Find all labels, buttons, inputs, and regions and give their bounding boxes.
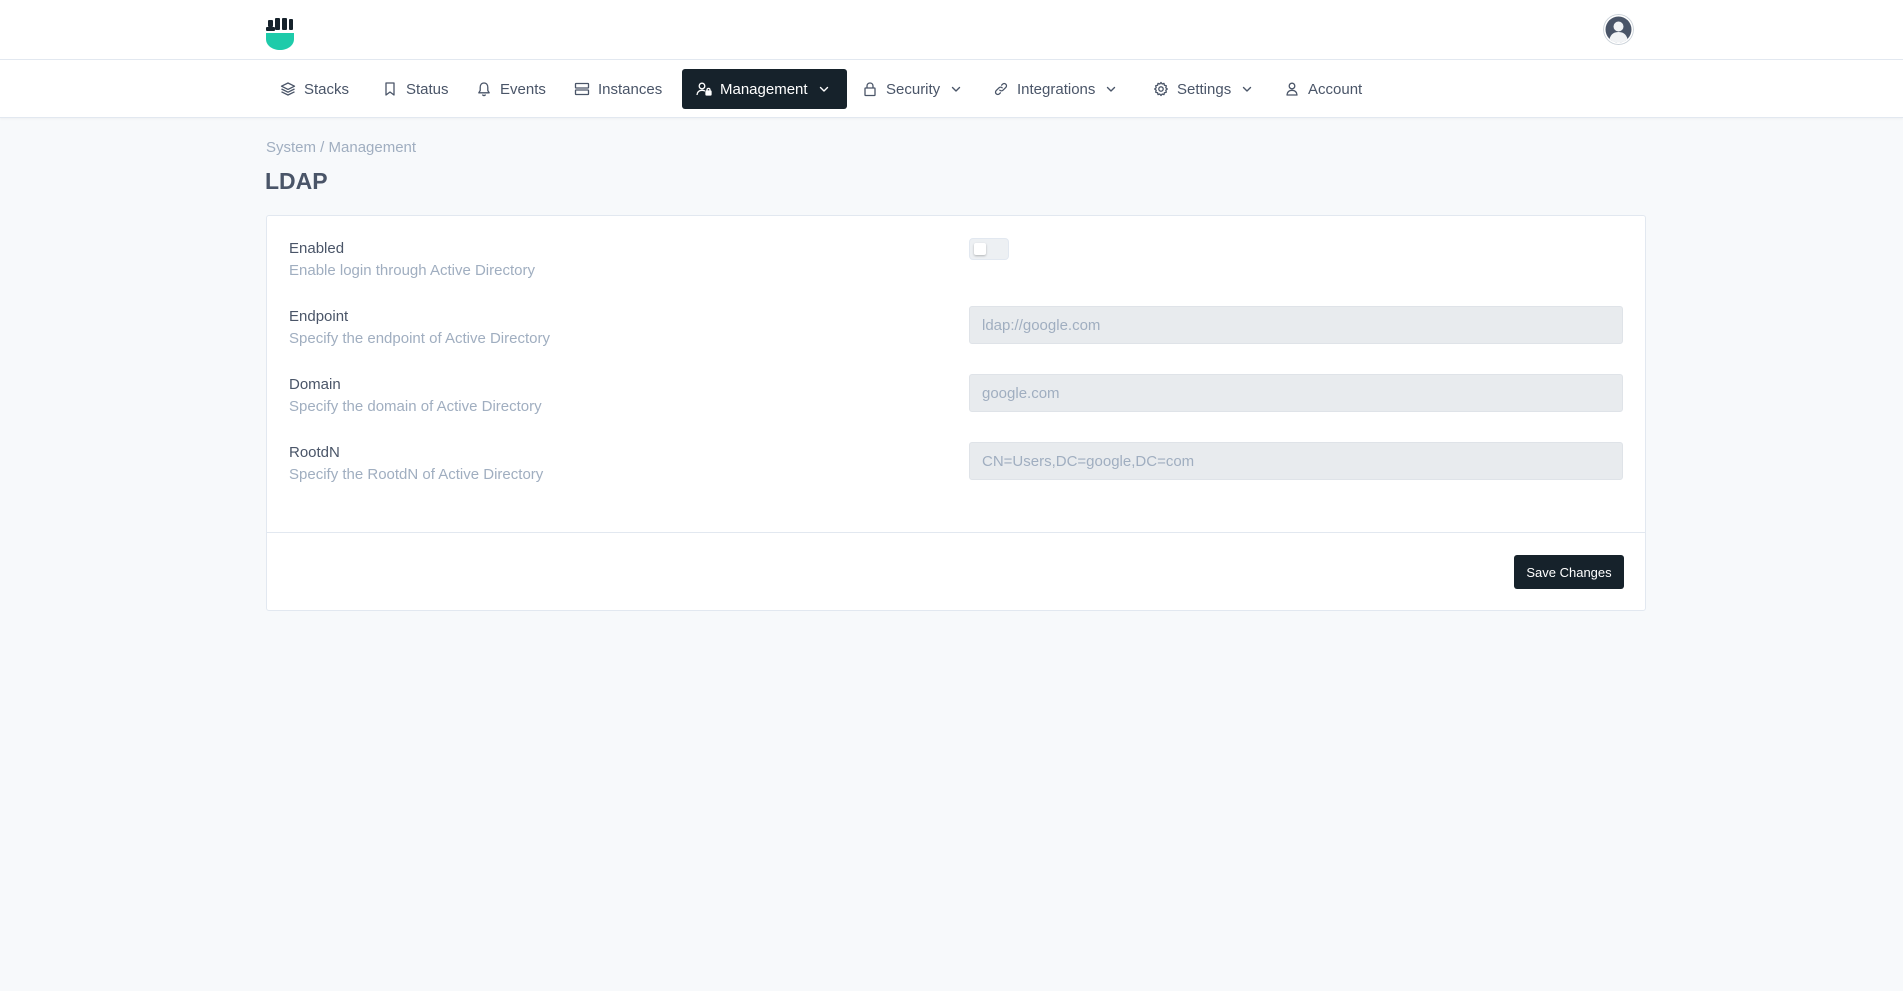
nav-item-status[interactable]: Status xyxy=(368,69,463,109)
nav-item-events[interactable]: Events xyxy=(462,69,560,109)
endpoint-input[interactable] xyxy=(969,306,1623,344)
nav-label-status: Status xyxy=(406,80,449,98)
user-icon xyxy=(1286,82,1298,96)
domain-label: Domain xyxy=(289,376,341,393)
bell-icon xyxy=(478,82,490,97)
breadcrumb: System / Management xyxy=(266,139,417,156)
nav-item-management[interactable]: Management xyxy=(682,69,847,109)
main-navigation: Stacks Status Events Instances Managemen… xyxy=(0,60,1903,118)
nav-item-account[interactable]: Account xyxy=(1270,69,1376,109)
enabled-toggle[interactable] xyxy=(969,238,1009,260)
chevron-down-icon xyxy=(1107,86,1116,92)
chevron-down-icon xyxy=(1243,86,1252,92)
card-footer-divider xyxy=(267,532,1645,533)
rootdn-label: RootdN xyxy=(289,444,340,461)
nav-item-instances[interactable]: Instances xyxy=(560,69,676,109)
ldap-settings-card: Enabled Enable login through Active Dire… xyxy=(266,215,1646,611)
top-bar xyxy=(0,0,1903,60)
rootdn-input[interactable] xyxy=(969,442,1623,480)
nav-item-security[interactable]: Security xyxy=(848,69,976,109)
endpoint-label: Endpoint xyxy=(289,308,349,325)
stack-layers-icon xyxy=(280,82,296,96)
nav-item-stacks[interactable]: Stacks xyxy=(266,69,363,109)
bookmark-icon xyxy=(385,82,395,96)
enabled-description: Enable login through Active Directory xyxy=(289,262,535,279)
nav-item-integrations[interactable]: Integrations xyxy=(979,69,1131,109)
nav-label-management: Management xyxy=(720,80,808,98)
nav-item-settings[interactable]: Settings xyxy=(1139,69,1267,109)
user-avatar-icon[interactable] xyxy=(1603,14,1634,45)
nav-label-account: Account xyxy=(1308,80,1363,98)
server-icon xyxy=(574,82,590,96)
nav-label-stacks: Stacks xyxy=(304,80,350,98)
chevron-down-icon xyxy=(951,86,961,92)
gear-icon xyxy=(1154,81,1168,97)
lock-icon xyxy=(864,82,876,97)
chevron-down-icon xyxy=(819,86,828,92)
link-icon xyxy=(994,82,1008,96)
save-changes-button[interactable]: Save Changes xyxy=(1514,555,1624,589)
rootdn-description: Specify the RootdN of Active Directory xyxy=(289,466,544,483)
nav-label-integrations: Integrations xyxy=(1017,80,1096,98)
page-title: LDAP xyxy=(265,168,328,194)
enabled-label: Enabled xyxy=(289,240,345,257)
nav-label-settings: Settings xyxy=(1177,80,1232,98)
nav-label-events: Events xyxy=(500,80,546,98)
toggle-knob xyxy=(974,243,986,255)
shield-fist-logo-icon[interactable] xyxy=(265,17,295,51)
domain-description: Specify the domain of Active Directory xyxy=(289,398,542,415)
endpoint-description: Specify the endpoint of Active Directory xyxy=(289,330,550,347)
domain-input[interactable] xyxy=(969,374,1623,412)
nav-label-instances: Instances xyxy=(598,80,663,98)
user-management-icon xyxy=(696,82,712,96)
nav-label-security: Security xyxy=(886,80,941,98)
